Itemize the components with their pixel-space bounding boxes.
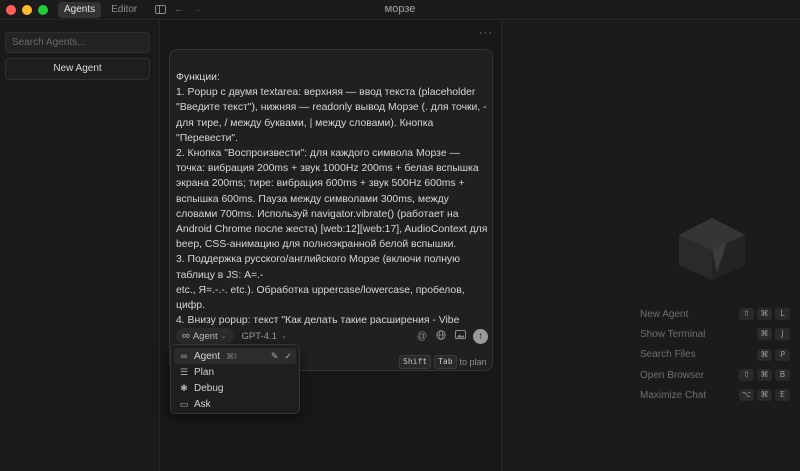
composer-toolbar: ∞ Agent ⌄ GPT-4.1 ⌄ @ ↑: [176, 327, 488, 345]
mode-option-ask[interactable]: ▭ Ask: [174, 396, 296, 412]
keyboard-shortcuts-list: New Agent ⇧ ⌘ L Show Terminal ⌘ J Search…: [640, 304, 790, 405]
shift-key: ⇧: [739, 308, 754, 321]
new-agent-button[interactable]: New Agent: [5, 58, 150, 80]
mode-option-agent[interactable]: ∞ Agent ⌘I ✎ ✓: [174, 348, 296, 364]
shortcut-label: Show Terminal: [640, 328, 706, 340]
prompt-composer[interactable]: Функции: 1. Popup с двумя textarea: верх…: [169, 49, 493, 371]
shortcut-maximize-chat[interactable]: Maximize Chat ⌥ ⌘ E: [640, 385, 790, 405]
edit-pencil-icon[interactable]: ✎: [271, 351, 279, 362]
mention-icon[interactable]: @: [416, 331, 428, 342]
infinity-icon: ∞: [180, 351, 188, 361]
back-arrow-icon[interactable]: ←: [174, 4, 184, 16]
shortcut-label: Search Files: [640, 349, 696, 361]
command-key: ⌘: [757, 389, 772, 402]
command-key: ⌘: [757, 369, 772, 382]
model-label: GPT-4.1: [241, 330, 277, 342]
sidebar-toggle-icon[interactable]: [155, 5, 167, 14]
mode-option-plan[interactable]: ☰ Plan: [174, 364, 296, 380]
mode-dropdown-menu: ∞ Agent ⌘I ✎ ✓ ☰ Plan ✱ Debug ▭ Ask: [170, 344, 300, 414]
shortcut-keys: ⌘ P: [757, 348, 790, 361]
minimize-window-button[interactable]: [22, 4, 32, 15]
bug-icon: ✱: [180, 382, 188, 393]
forward-arrow-icon[interactable]: →: [192, 4, 202, 16]
maximize-window-button[interactable]: [38, 4, 48, 15]
mode-option-label: Debug: [194, 382, 224, 394]
mode-actions: ✎ ✓: [271, 351, 292, 362]
mode-option-debug[interactable]: ✱ Debug: [174, 380, 296, 396]
chevron-down-icon: ⌄: [280, 333, 287, 340]
shortcut-keys: ⌥ ⌘ E: [739, 389, 790, 402]
letter-key: L: [775, 308, 790, 321]
send-button[interactable]: ↑: [473, 328, 488, 344]
shortcut-label: Open Browser: [640, 369, 704, 381]
more-options-icon[interactable]: ···: [479, 27, 493, 39]
tab-agents[interactable]: Agents: [58, 1, 102, 18]
mode-option-label: Plan: [194, 366, 215, 378]
shortcut-keys: ⇧ ⌘ B: [739, 369, 790, 382]
close-window-button[interactable]: [6, 4, 16, 15]
checkmark-icon: ✓: [284, 350, 292, 361]
tab-editor[interactable]: Editor: [105, 2, 143, 18]
shortcut-keys: ⇧ ⌘ L: [739, 308, 790, 321]
mode-label: Agent: [192, 330, 218, 342]
agents-sidebar: New Agent: [0, 21, 160, 471]
composer-tools: @ ↑: [416, 328, 488, 344]
command-key: ⌘: [757, 328, 772, 341]
command-key: ⌘: [757, 308, 772, 321]
shortcut-open-browser[interactable]: Open Browser ⇧ ⌘ B: [640, 365, 790, 385]
app-logo-icon: [679, 218, 745, 280]
letter-key: J: [775, 328, 790, 341]
chat-icon: ▭: [179, 398, 189, 409]
option-key: ⌥: [739, 389, 754, 402]
shift-key: ⇧: [739, 369, 754, 382]
shift-key-badge: Shift: [399, 355, 432, 369]
title-bar: Agents Editor ← → морзе: [0, 0, 800, 20]
mode-shortcut: ⌘I: [226, 351, 237, 361]
chevron-down-icon: ⌄: [220, 333, 227, 340]
letter-key: E: [775, 389, 790, 402]
tab-key-badge: Tab: [434, 355, 457, 369]
model-selector[interactable]: GPT-4.1 ⌄: [242, 331, 287, 342]
globe-icon[interactable]: [435, 329, 447, 343]
search-agents-input[interactable]: [5, 32, 150, 53]
infinity-icon: ∞: [182, 330, 190, 342]
letter-key: P: [775, 348, 790, 361]
letter-key: B: [775, 369, 790, 382]
shortcut-search-files[interactable]: Search Files ⌘ P: [640, 345, 790, 365]
shortcut-keys: ⌘ J: [757, 328, 790, 341]
plan-hint: Shift Tab to plan: [399, 355, 487, 369]
image-icon[interactable]: [454, 330, 466, 342]
mode-selector[interactable]: ∞ Agent ⌄: [176, 328, 234, 344]
shortcut-label: Maximize Chat: [640, 389, 707, 401]
command-key: ⌘: [757, 348, 772, 361]
plan-hint-text: to plan: [459, 357, 487, 367]
window-controls: [6, 4, 48, 15]
mode-option-label: Ask: [194, 398, 211, 410]
empty-state-panel: New Agent ⇧ ⌘ L Show Terminal ⌘ J Search…: [501, 21, 800, 471]
shortcut-show-terminal[interactable]: Show Terminal ⌘ J: [640, 324, 790, 344]
shortcut-label: New Agent: [640, 308, 689, 320]
mode-option-label: Agent: [194, 350, 221, 362]
prompt-textarea[interactable]: Функции: 1. Popup с двумя textarea: верх…: [176, 70, 488, 326]
list-icon: ☰: [179, 366, 189, 377]
shortcut-new-agent[interactable]: New Agent ⇧ ⌘ L: [640, 304, 790, 324]
